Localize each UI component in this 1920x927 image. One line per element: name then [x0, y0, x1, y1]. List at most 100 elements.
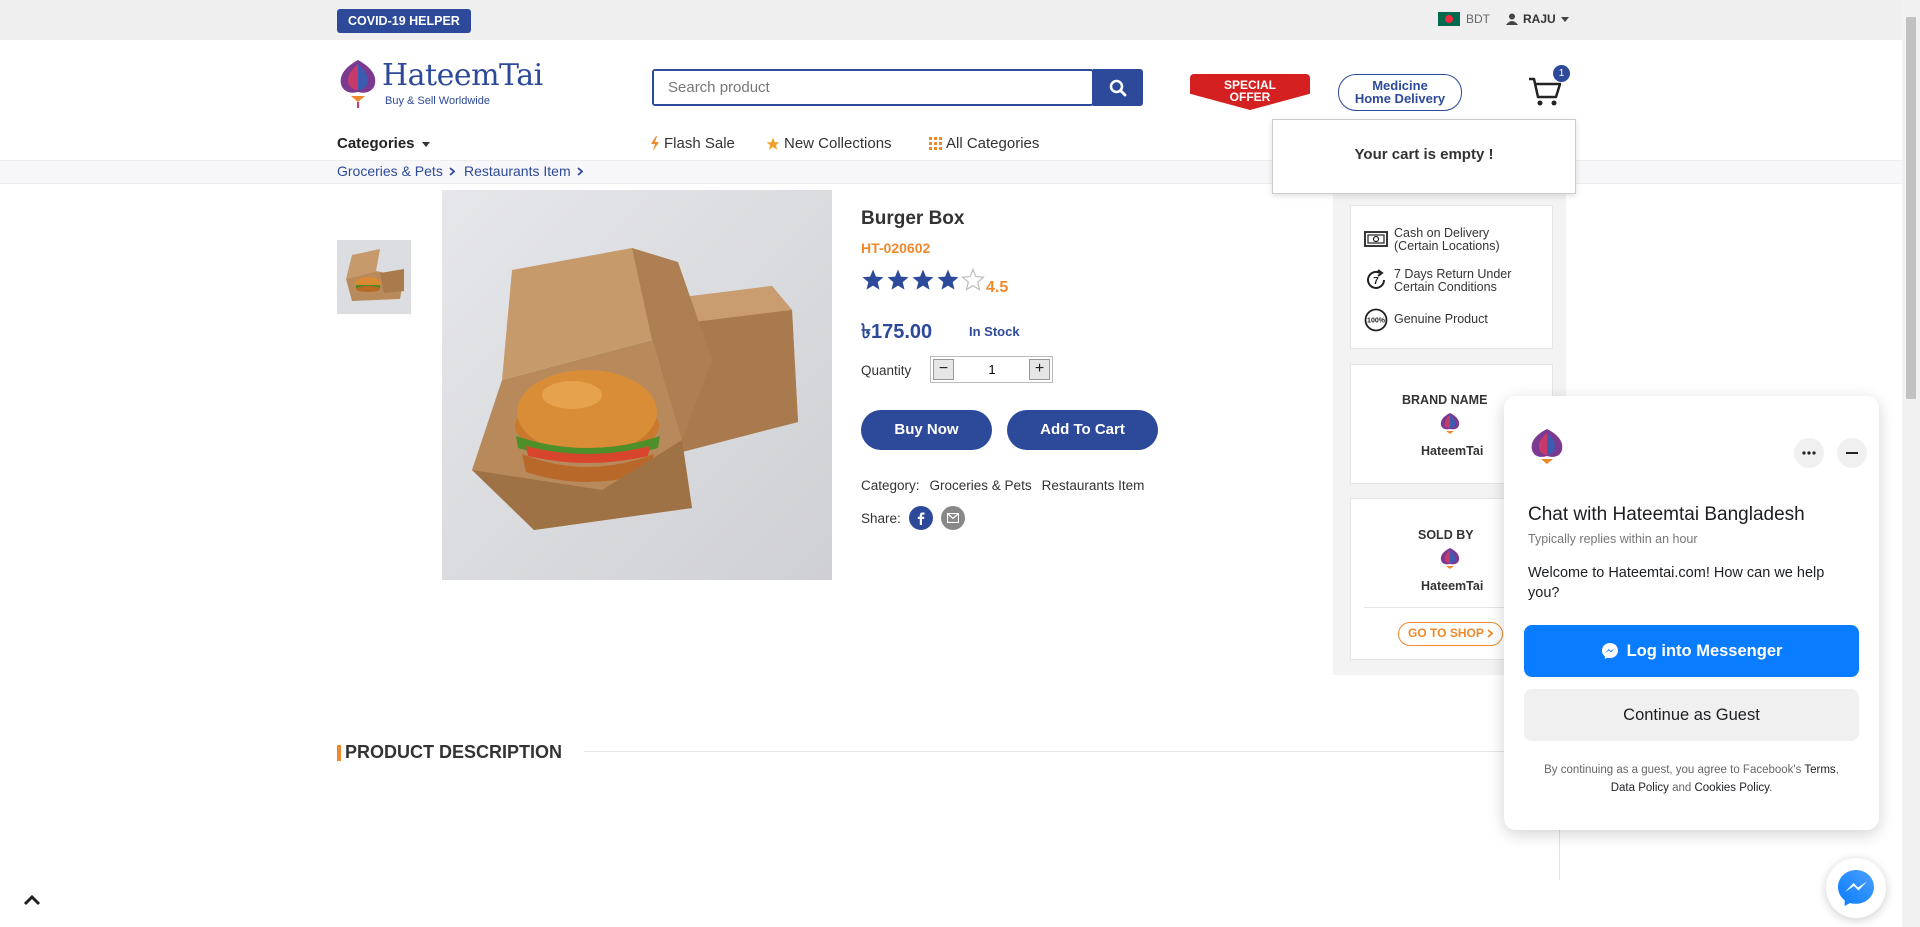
rating-value: 4.5: [986, 279, 1009, 296]
star-icon: [961, 268, 985, 291]
categories-label: Categories: [337, 135, 415, 152]
email-share-button[interactable]: [940, 506, 965, 530]
chat-title: Chat with Hateemtai Bangladesh: [1528, 504, 1805, 525]
quantity-stepper: − +: [930, 356, 1053, 383]
legal-and: and: [1672, 782, 1692, 794]
product-thumbnail[interactable]: [337, 240, 411, 314]
feature-7-day-return: 7 7 Days Return Under Certain Conditions: [1364, 268, 1511, 294]
chevron-right-icon: [449, 166, 455, 176]
burger-box-image: [442, 190, 832, 580]
messenger-icon: [1838, 870, 1874, 906]
buy-now-button[interactable]: Buy Now: [861, 410, 992, 450]
currency-label: BDT: [1466, 12, 1490, 26]
brand-name[interactable]: HateemTai: [1421, 444, 1483, 458]
user-name: RAJU: [1523, 12, 1556, 26]
special-offer-line2: OFFER: [1229, 90, 1271, 104]
medicine-delivery-button[interactable]: Medicine Home Delivery: [1338, 74, 1462, 111]
chat-welcome-message: Welcome to Hateemtai.com! How can we hel…: [1528, 565, 1825, 601]
currency-selector[interactable]: BDT: [1438, 12, 1490, 26]
quantity-label: Quantity: [861, 363, 912, 378]
product-sku: HT-020602: [861, 240, 931, 256]
caret-down-icon: [1560, 16, 1569, 22]
star-icon: [912, 269, 934, 290]
user-icon: [1506, 13, 1518, 25]
feature-line1: Genuine Product: [1394, 312, 1488, 326]
messenger-chat-popup: Chat with Hateemtai Bangladesh Typically…: [1504, 396, 1879, 830]
chat-subtitle: Typically replies within an hour: [1528, 532, 1698, 546]
star-icon: [937, 269, 959, 290]
data-policy-link[interactable]: Data Policy: [1611, 782, 1669, 794]
covid-helper-button[interactable]: COVID-19 HELPER: [337, 9, 471, 33]
description-divider: [584, 751, 1559, 752]
feature-genuine-product: 100% Genuine Product: [1364, 308, 1488, 332]
breadcrumb: [0, 160, 1902, 184]
grid-icon: [929, 137, 942, 150]
seller-name[interactable]: HateemTai: [1421, 579, 1483, 593]
seller-logo-icon: [1440, 548, 1460, 569]
caret-down-icon: [421, 141, 430, 147]
scrollbar-thumb[interactable]: [1906, 17, 1916, 399]
category-label: Category:: [861, 478, 920, 493]
search-input[interactable]: [654, 71, 1044, 104]
special-offer-badge[interactable]: SPECIAL OFFER: [1190, 74, 1310, 110]
quantity-decrease-button[interactable]: −: [933, 359, 954, 380]
nav-all-categories[interactable]: All Categories: [929, 135, 1039, 152]
messenger-launcher-button[interactable]: [1826, 858, 1886, 918]
share-row: Share:: [861, 506, 965, 530]
hateemtai-logo-icon: [340, 60, 376, 108]
messenger-icon: [1601, 643, 1618, 659]
quantity-input[interactable]: [955, 359, 1029, 380]
log-into-messenger-button[interactable]: Log into Messenger: [1524, 625, 1859, 677]
facebook-share-button[interactable]: [908, 506, 933, 530]
chevron-right-icon: [1487, 629, 1494, 639]
flash-sale-label: Flash Sale: [664, 135, 735, 152]
scroll-to-top-button[interactable]: [22, 892, 42, 908]
breadcrumb-item[interactable]: Groceries & Pets: [337, 163, 455, 179]
lightning-icon: [651, 136, 659, 151]
chat-options-button[interactable]: [1794, 438, 1824, 468]
email-icon: [946, 513, 959, 523]
user-menu[interactable]: RAJU: [1506, 12, 1569, 26]
burger-box-thumbnail-image: [338, 241, 410, 313]
nav-flash-sale[interactable]: Flash Sale: [650, 135, 735, 152]
add-to-cart-button[interactable]: Add To Cart: [1007, 410, 1158, 450]
return-7-icon: 7: [1367, 269, 1385, 289]
chat-legal-text: By continuing as a guest, you agree to F…: [1544, 764, 1839, 794]
heading-accent-bar: [337, 744, 341, 761]
categories-menu[interactable]: Categories: [337, 135, 430, 152]
star-icon: [887, 269, 909, 290]
cash-icon: [1364, 231, 1388, 247]
legal-prefix: By continuing as a guest, you agree to F…: [1544, 764, 1802, 776]
quantity-increase-button[interactable]: +: [1029, 359, 1050, 380]
sold-by-title: SOLD BY: [1418, 528, 1474, 542]
hateemtai-chat-avatar: [1531, 429, 1563, 464]
nav-new-collections[interactable]: New Collections: [766, 135, 892, 152]
category-link[interactable]: Restaurants Item: [1042, 478, 1145, 493]
genuine-100-icon: 100%: [1364, 308, 1388, 332]
terms-link[interactable]: Terms: [1804, 764, 1835, 776]
description-title: PRODUCT DESCRIPTION: [345, 742, 563, 762]
continue-as-guest-button[interactable]: Continue as Guest: [1524, 689, 1859, 741]
product-price: ৳175.00: [861, 321, 933, 343]
product-description-heading: PRODUCT DESCRIPTION: [337, 742, 562, 763]
breadcrumb-label: Restaurants Item: [464, 163, 571, 179]
stock-status: In Stock: [969, 324, 1020, 339]
all-categories-label: All Categories: [946, 135, 1040, 152]
special-offer-text: SPECIAL OFFER: [1190, 79, 1310, 103]
facebook-icon: [917, 512, 925, 525]
site-logo[interactable]: HateemTai Buy & Sell Worldwide: [337, 58, 543, 110]
cookies-policy-link[interactable]: Cookies Policy: [1694, 782, 1769, 794]
search-button[interactable]: [1093, 69, 1143, 106]
breadcrumb-item[interactable]: Restaurants Item: [464, 163, 583, 179]
product-main-image[interactable]: [442, 190, 832, 580]
top-bar: [0, 0, 1902, 40]
brand-title: BRAND NAME: [1402, 393, 1488, 407]
feature-line2: (Certain Locations): [1394, 239, 1500, 253]
search-box: [652, 69, 1094, 106]
svg-text:100%: 100%: [1367, 318, 1386, 325]
feature-cash-on-delivery: Cash on Delivery (Certain Locations): [1364, 227, 1500, 253]
chat-minimize-button[interactable]: [1837, 438, 1867, 468]
category-link[interactable]: Groceries & Pets: [930, 478, 1032, 493]
logo-tagline: Buy & Sell Worldwide: [385, 95, 490, 107]
go-to-shop-button[interactable]: GO TO SHOP: [1398, 622, 1503, 646]
